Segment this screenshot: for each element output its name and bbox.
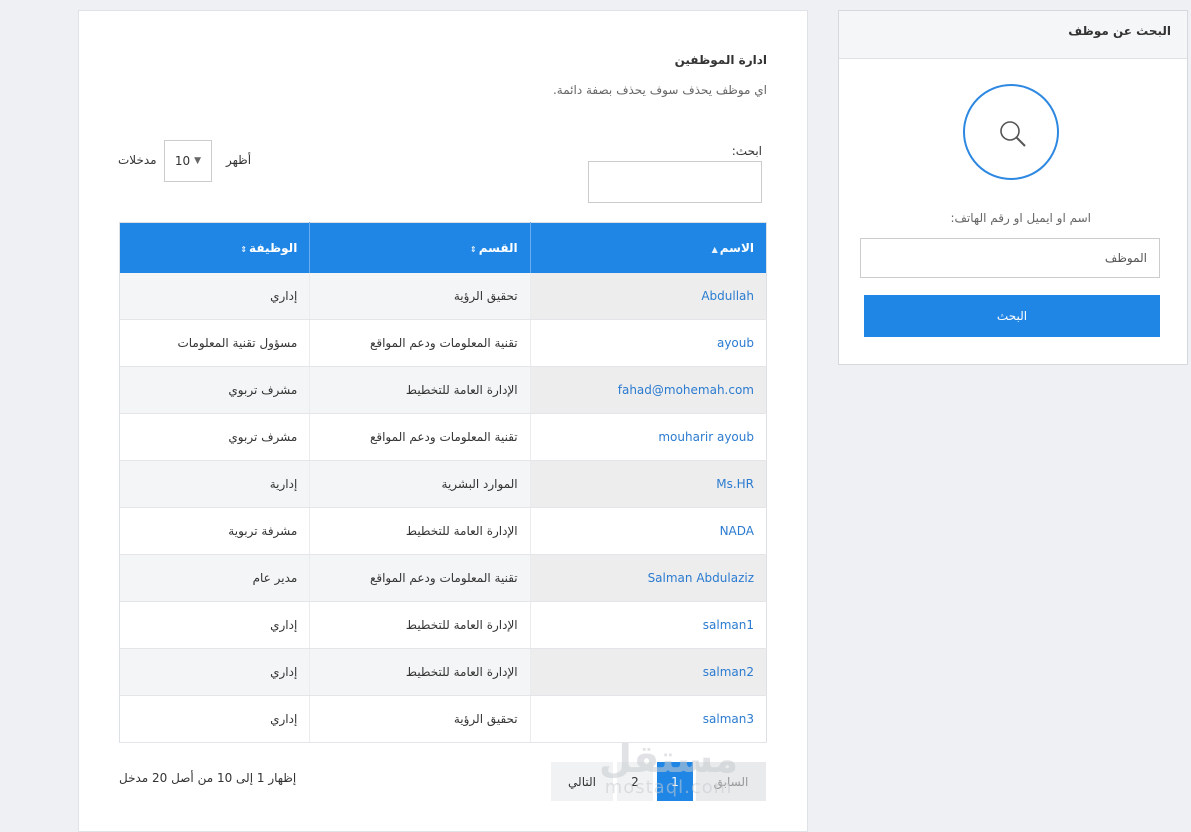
table-row: NADA الإدارة العامة للتخطيط مشرفة تربوية [119, 507, 767, 555]
employees-panel: ادارة الموظفين اي موظف يحذف سوف يحذف بصف… [78, 10, 808, 832]
table-row: Abdullah تحقيق الرؤية إداري [119, 273, 767, 320]
column-header-name[interactable]: الاسم▲ [529, 222, 767, 273]
department-cell: تحقيق الرؤية [309, 273, 531, 320]
table-row: Salman Abdulaziz تقنية المعلومات ودعم ال… [119, 554, 767, 602]
sort-asc-icon: ▲ [711, 245, 718, 254]
job-cell: مسؤول تقنية المعلومات [119, 319, 310, 367]
pagination-next[interactable]: التالي [551, 762, 613, 801]
job-cell: إداري [119, 601, 310, 649]
job-cell: مدير عام [119, 554, 310, 602]
table-row: salman2 الإدارة العامة للتخطيط إداري [119, 648, 767, 696]
employee-name-link[interactable]: fahad@mohemah.com [529, 366, 767, 414]
department-cell: تقنية المعلومات ودعم المواقع [309, 413, 531, 461]
employee-search-input[interactable] [860, 238, 1160, 278]
show-label: أظهر [226, 153, 252, 167]
job-cell: مشرفة تربوية [119, 507, 310, 555]
department-cell: الموارد البشرية [309, 460, 531, 508]
job-cell: إداري [119, 273, 310, 320]
table-info: إظهار 1 إلى 10 من أصل 20 مدخل [119, 771, 297, 785]
department-cell: تقنية المعلومات ودعم المواقع [309, 554, 531, 602]
pagination-page-1[interactable]: 1 [657, 762, 693, 801]
department-cell: الإدارة العامة للتخطيط [309, 366, 531, 414]
department-cell: الإدارة العامة للتخطيط [309, 648, 531, 696]
employee-name-link[interactable]: salman2 [529, 648, 767, 696]
table-search-input[interactable] [588, 161, 762, 203]
table-row: salman1 الإدارة العامة للتخطيط إداري [119, 601, 767, 649]
job-cell: إدارية [119, 460, 310, 508]
employee-search-panel: البحث عن موظف اسم او ايميل او رقم الهاتف… [838, 10, 1188, 365]
entries-label: مدخلات [118, 153, 157, 167]
page-length-select[interactable]: 10 ▼ [164, 140, 212, 182]
department-cell: تقنية المعلومات ودعم المواقع [309, 319, 531, 367]
employee-name-link[interactable]: salman3 [529, 695, 767, 743]
search-icon [963, 84, 1059, 180]
employee-name-link[interactable]: salman1 [529, 601, 767, 649]
page-subtitle: اي موظف يحذف سوف يحذف بصفة دائمة. [552, 83, 767, 97]
table-row: fahad@mohemah.com الإدارة العامة للتخطيط… [119, 366, 767, 414]
table-row: mouharir ayoub تقنية المعلومات ودعم المو… [119, 413, 767, 461]
department-cell: الإدارة العامة للتخطيط [309, 601, 531, 649]
employees-table: الاسم▲ القسم⇕ الوظيفة⇕ Abdullah تحقيق ال… [119, 222, 767, 743]
employee-name-link[interactable]: NADA [529, 507, 767, 555]
search-button[interactable]: البحث [864, 295, 1160, 337]
column-header-job[interactable]: الوظيفة⇕ [119, 222, 310, 273]
job-cell: إداري [119, 648, 310, 696]
table-search-label: ابحث: [731, 144, 762, 158]
table-row: salman3 تحقيق الرؤية إداري [119, 695, 767, 743]
employee-search-label: اسم او ايميل او رقم الهاتف: [950, 211, 1091, 225]
employee-name-link[interactable]: Abdullah [529, 273, 767, 320]
table-row: ayoub تقنية المعلومات ودعم المواقع مسؤول… [119, 319, 767, 367]
job-cell: مشرف تربوي [119, 366, 310, 414]
employee-name-link[interactable]: Ms.HR [529, 460, 767, 508]
department-cell: الإدارة العامة للتخطيط [309, 507, 531, 555]
chevron-down-icon: ▼ [194, 156, 202, 166]
pagination-previous[interactable]: السابق [696, 762, 766, 801]
column-header-department[interactable]: القسم⇕ [309, 222, 531, 273]
table-row: Ms.HR الموارد البشرية إدارية [119, 460, 767, 508]
pagination-page-2[interactable]: 2 [617, 762, 653, 801]
job-cell: مشرف تربوي [119, 413, 310, 461]
page-title: ادارة الموظفين [674, 53, 767, 67]
employee-name-link[interactable]: ayoub [529, 319, 767, 367]
job-cell: إداري [119, 695, 310, 743]
search-panel-title: البحث عن موظف [839, 11, 1187, 59]
department-cell: تحقيق الرؤية [309, 695, 531, 743]
employee-name-link[interactable]: Salman Abdulaziz [529, 554, 767, 602]
sort-icon: ⇕ [470, 245, 477, 254]
page-length-value: 10 [174, 154, 191, 168]
employee-name-link[interactable]: mouharir ayoub [529, 413, 767, 461]
sort-icon: ⇕ [240, 245, 248, 254]
